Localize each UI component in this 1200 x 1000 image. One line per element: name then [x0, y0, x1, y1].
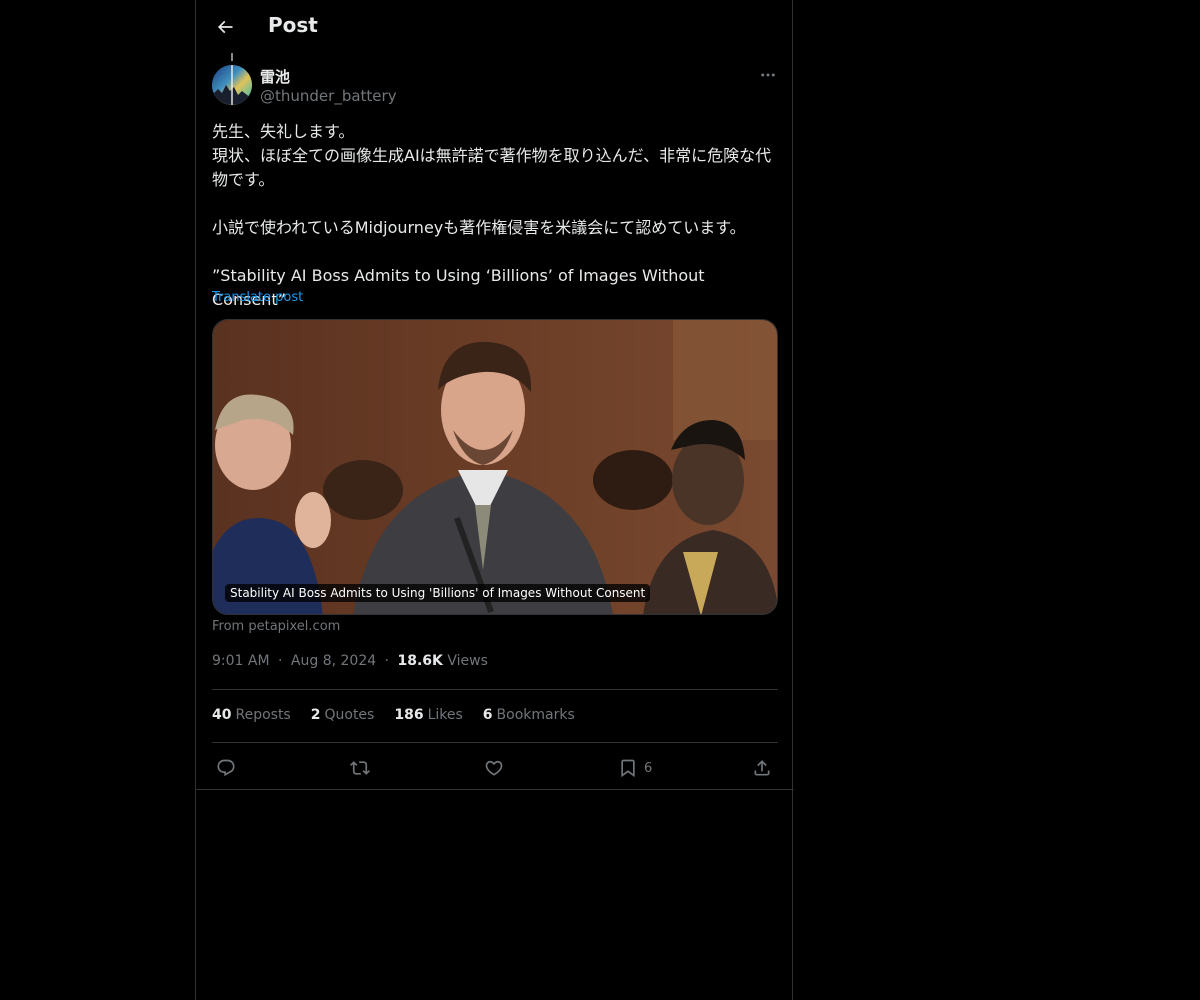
quotes-label: Quotes: [324, 707, 375, 723]
post-detail-column: Post 雷池 @thunder_battery 先生、失礼します。 現状、ほぼ…: [195, 0, 794, 1000]
bookmark-icon: [621, 759, 635, 778]
post-meta: 9:01 AM · Aug 8, 2024 · 18.6K Views: [212, 653, 488, 669]
translate-post-link[interactable]: Translate post: [212, 290, 303, 305]
post-text: 先生、失礼します。 現状、ほぼ全ての画像生成AIは無許諾で著作物を取り込んだ、非…: [212, 122, 772, 309]
reposts-stat[interactable]: 40 Reposts: [212, 707, 291, 723]
post-time[interactable]: 9:01 AM: [212, 653, 270, 669]
author-handle[interactable]: @thunder_battery: [260, 87, 397, 105]
share-button[interactable]: [752, 753, 772, 783]
reposts-count: 40: [212, 707, 232, 723]
divider: [196, 789, 794, 790]
avatar-image: [212, 65, 252, 105]
arrow-left-icon: [217, 20, 233, 34]
likes-count: 186: [394, 707, 424, 723]
meta-separator: ·: [384, 653, 390, 669]
bookmarks-label: Bookmarks: [496, 707, 575, 723]
post-stats: 40 Reposts 2 Quotes 186 Likes 6 Bookmarks: [212, 707, 575, 723]
link-card[interactable]: Stability AI Boss Admits to Using 'Billi…: [212, 319, 778, 615]
link-card-caption: Stability AI Boss Admits to Using 'Billi…: [225, 584, 651, 602]
like-button[interactable]: [484, 753, 504, 783]
quotes-stat[interactable]: 2 Quotes: [311, 707, 375, 723]
bookmark-button[interactable]: 6: [618, 753, 652, 783]
back-button[interactable]: [208, 10, 242, 44]
bookmark-count: 6: [644, 760, 653, 776]
views-count: 18.6K: [397, 653, 443, 669]
thread-line: [231, 53, 233, 61]
likes-label: Likes: [427, 707, 463, 723]
author-name[interactable]: 雷池: [260, 66, 290, 87]
repost-button[interactable]: [350, 753, 370, 783]
meta-separator: ·: [278, 653, 283, 669]
post-actions: 6: [212, 753, 778, 783]
page-title: Post: [268, 13, 318, 37]
link-source[interactable]: From petapixel.com: [212, 619, 340, 634]
views-label: Views: [447, 653, 488, 669]
repost-icon: [350, 761, 370, 775]
page-header: Post: [196, 0, 794, 53]
more-horizontal-icon: [761, 73, 775, 77]
share-icon: [754, 760, 770, 776]
divider: [212, 742, 778, 743]
avatar[interactable]: [212, 65, 252, 105]
divider: [212, 689, 778, 690]
reply-icon: [217, 759, 235, 777]
quotes-count: 2: [310, 707, 321, 723]
post-date[interactable]: Aug 8, 2024: [291, 653, 376, 669]
reply-button[interactable]: [216, 753, 236, 783]
link-card-image: [213, 320, 777, 614]
bookmarks-stat[interactable]: 6 Bookmarks: [483, 707, 575, 723]
heart-icon: [485, 760, 503, 776]
bookmarks-count: 6: [482, 707, 493, 723]
reposts-label: Reposts: [235, 707, 291, 723]
more-options-button[interactable]: [758, 65, 778, 85]
likes-stat[interactable]: 186 Likes: [394, 707, 462, 723]
